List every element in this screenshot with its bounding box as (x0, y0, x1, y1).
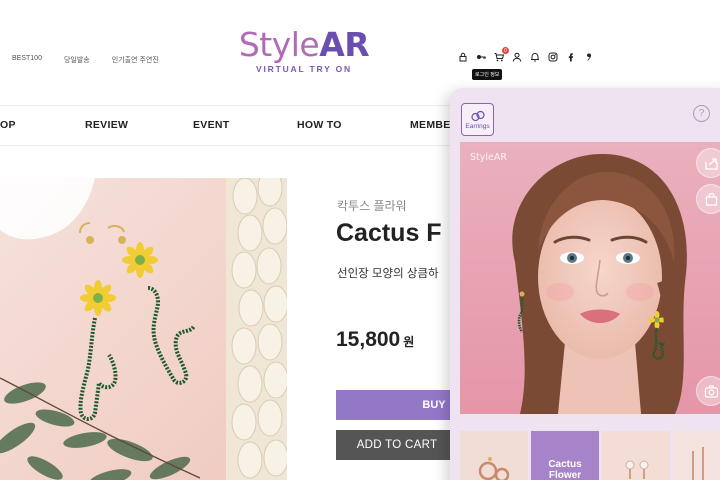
top-link-same-day[interactable]: 당일발송 (64, 55, 90, 65)
earrings-icon (470, 110, 485, 121)
earrings-tab-label: Earrings (465, 122, 490, 130)
earring-thumbnails: Cactus Flower (460, 431, 720, 480)
logo-text-style: Style (238, 25, 320, 64)
key-icon[interactable] (476, 52, 486, 62)
nav-divider-top (0, 105, 460, 106)
nav-item-shop[interactable]: OP (0, 119, 16, 131)
cart-icon[interactable]: 0 (494, 47, 509, 62)
thumbnail-item-active[interactable]: Cactus Flower (531, 431, 599, 480)
product-price: 15,800 원 (336, 328, 414, 352)
ar-try-on-panel: Earrings ? StyleAR Cactus Flower (450, 88, 720, 480)
facebook-icon[interactable] (566, 52, 576, 62)
product-korean-name: 칵투스 플라워 (337, 199, 407, 213)
instagram-icon[interactable] (548, 52, 558, 62)
user-icon[interactable] (512, 52, 522, 62)
thumbnail-label: Cactus Flower (548, 459, 582, 480)
product-image[interactable] (0, 178, 287, 480)
nav-item-how-to[interactable]: HOW TO (297, 119, 342, 131)
add-to-cart-button[interactable]: ADD TO CART (336, 430, 466, 460)
shopping-bag-icon (705, 192, 717, 206)
earrings-category-tab[interactable]: Earrings (461, 103, 494, 136)
thumbnail-item[interactable] (602, 431, 670, 480)
brand-logo[interactable]: StyleAR VIRTUAL TRY ON (224, 25, 384, 75)
login-tooltip: 로그인 정보 (472, 69, 503, 80)
top-link-best[interactable]: BEST100 (12, 55, 42, 65)
product-description: 선인장 모양의 상큼하 (337, 268, 439, 280)
nav-item-event[interactable]: EVENT (193, 119, 230, 131)
top-links: BEST100 당일발송 인기출연 주연진 (12, 55, 159, 65)
logo-text-ar: AR (319, 25, 370, 64)
cart-count-badge: 0 (502, 47, 509, 54)
share-button[interactable] (696, 148, 720, 178)
thumbnail-item[interactable] (460, 431, 528, 480)
thumbnail-item[interactable] (673, 431, 720, 480)
price-value: 15,800 (336, 328, 401, 351)
share-icon (704, 157, 718, 170)
bell-icon[interactable] (530, 52, 540, 62)
lock-icon[interactable] (458, 52, 468, 62)
cart-shortcut-button[interactable] (696, 184, 720, 214)
top-link-popular[interactable]: 인기출연 주연진 (112, 55, 159, 65)
price-currency: 원 (403, 335, 415, 349)
nav-divider-bottom (0, 145, 460, 146)
utility-icons: 0 (458, 47, 594, 62)
ar-watermark: StyleAR (470, 152, 507, 163)
buy-button[interactable]: BUY (336, 390, 466, 420)
help-button[interactable]: ? (693, 105, 710, 122)
product-title: Cactus F (336, 219, 442, 247)
logo-tagline: VIRTUAL TRY ON (256, 64, 352, 74)
nav-item-review[interactable]: REVIEW (85, 119, 128, 131)
camera-icon (704, 384, 718, 398)
ar-model-photo (460, 142, 720, 414)
camera-capture-button[interactable] (696, 376, 720, 406)
kakao-icon[interactable] (584, 52, 594, 62)
